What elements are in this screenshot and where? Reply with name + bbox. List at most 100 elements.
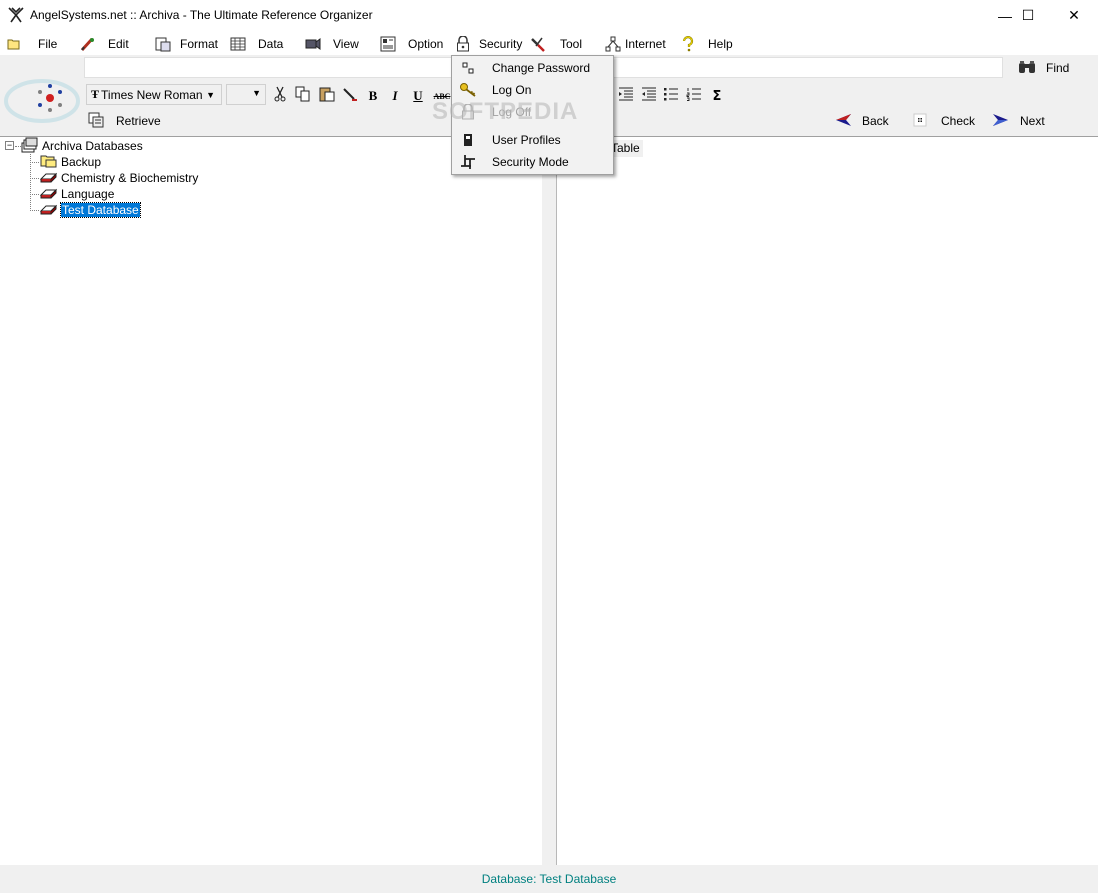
menu-internet[interactable]: Internet (605, 34, 666, 54)
tree-root-node[interactable]: Archiva Databases (21, 137, 143, 156)
view-icon (305, 36, 321, 52)
menu-item-label: Log On (492, 83, 532, 97)
minus-icon: − (6, 140, 13, 150)
menu-help-label: Help (708, 37, 733, 51)
tree-connector (30, 210, 39, 211)
folder-icon (6, 36, 22, 52)
tool-icon (530, 36, 546, 52)
bullet-list-icon (663, 87, 679, 105)
retrieve-icon (88, 112, 104, 131)
next-label: Next (1020, 114, 1045, 128)
menu-option[interactable]: Option (380, 34, 443, 54)
title-bar: AngelSystems.net :: Archiva - The Ultima… (0, 0, 1098, 31)
menu-view[interactable]: View (305, 34, 359, 54)
status-bar: Database: Test Database (0, 865, 1098, 893)
font-name-select[interactable]: Ŧ Times New Roman ▼ (86, 84, 222, 105)
numbered-list-button[interactable] (684, 86, 704, 106)
close-icon: ✕ (1068, 7, 1080, 23)
database-stack-icon (21, 137, 38, 156)
menu-tool[interactable]: Tool (530, 34, 582, 54)
key-icon (458, 82, 478, 98)
bold-button[interactable]: B (363, 86, 383, 106)
network-icon (605, 36, 621, 52)
brush-icon (342, 86, 358, 106)
tab-table-label: Table (611, 141, 640, 155)
menu-file[interactable]: File (6, 34, 57, 54)
tree-item-backup[interactable]: Backup (40, 154, 101, 170)
security-mode-icon (458, 154, 478, 170)
tree-item-label: Backup (61, 155, 102, 169)
tree-item-label: Language (61, 187, 115, 201)
database-book-icon (39, 186, 58, 203)
menu-bar: File Edit Format Data View Option Securi… (0, 31, 1098, 55)
copy-button[interactable] (293, 86, 313, 106)
numbered-list-icon (686, 87, 702, 105)
truetype-icon: Ŧ (91, 87, 100, 101)
sum-label: Σ (712, 88, 722, 104)
menu-edit-label: Edit (108, 37, 129, 51)
menu-security[interactable]: Security (455, 34, 522, 54)
next-button[interactable]: Next (992, 111, 1045, 131)
menu-option-label: Option (408, 37, 444, 51)
tree-item-chemistry[interactable]: Chemistry & Biochemistry (39, 170, 199, 187)
format-painter-button[interactable] (340, 86, 360, 106)
paste-icon (319, 86, 335, 106)
copy-icon (295, 86, 311, 106)
menu-item-label: Change Password (492, 61, 591, 75)
check-icon (913, 113, 927, 130)
scissors-icon (273, 86, 287, 106)
tree-item-language[interactable]: Language (39, 186, 115, 203)
edit-icon (80, 36, 96, 52)
menu-security-label: Security (479, 37, 523, 51)
italic-button[interactable]: I (385, 86, 405, 106)
tree-item-label: Chemistry & Biochemistry (61, 171, 199, 185)
lock-icon (455, 36, 471, 52)
menu-internet-label: Internet (625, 37, 666, 51)
underline-button[interactable]: U (408, 86, 428, 106)
maximize-button[interactable]: ☐ (1005, 0, 1051, 31)
back-label: Back (862, 114, 889, 128)
menu-format[interactable]: Format (155, 34, 218, 54)
pane-splitter[interactable] (541, 138, 557, 865)
tree-root-label: Archiva Databases (42, 139, 143, 153)
status-text: Database: Test Database (481, 872, 617, 886)
database-book-icon (39, 170, 58, 187)
close-button[interactable]: ✕ (1051, 0, 1097, 31)
database-book-icon (39, 202, 58, 219)
tree-connector (30, 162, 39, 163)
paste-button[interactable] (317, 86, 337, 106)
menu-tool-label: Tool (560, 37, 583, 51)
change-password-icon (458, 62, 478, 74)
menu-data[interactable]: Data (230, 34, 283, 54)
chevron-down-icon: ▼ (206, 89, 215, 100)
tree-connector (30, 178, 39, 179)
menu-item-user-profiles[interactable]: User Profiles (454, 129, 611, 151)
cut-button[interactable] (270, 86, 290, 106)
indent-icon (641, 87, 657, 105)
check-label: Check (941, 114, 976, 128)
outdent-icon (618, 87, 634, 105)
font-name-value: Times New Roman (101, 87, 203, 102)
bullet-list-button[interactable] (661, 86, 681, 106)
indent-button[interactable] (639, 86, 659, 106)
maximize-icon: ☐ (1021, 7, 1035, 23)
sum-button[interactable]: Σ (707, 86, 727, 106)
font-size-select[interactable]: ▼ (226, 84, 266, 105)
find-button[interactable]: Find (1018, 59, 1069, 77)
folder-open-icon (40, 154, 57, 171)
menu-item-security-mode[interactable]: Security Mode (454, 151, 611, 173)
user-profiles-icon (458, 133, 478, 147)
menu-item-label: User Profiles (492, 133, 561, 147)
tree-item-test-database[interactable]: Test Database (39, 202, 141, 219)
menu-item-change-password[interactable]: Change Password (454, 57, 611, 79)
binoculars-icon (1018, 60, 1036, 77)
collapse-toggle[interactable]: − (5, 141, 14, 150)
check-button[interactable]: Check (913, 111, 975, 131)
menu-edit[interactable]: Edit (80, 34, 129, 54)
arrow-left-icon (834, 112, 852, 131)
retrieve-button[interactable]: Retrieve (88, 112, 161, 130)
outdent-button[interactable] (616, 86, 636, 106)
back-button[interactable]: Back (834, 111, 889, 131)
menu-help[interactable]: Help (680, 34, 733, 54)
window-title: AngelSystems.net :: Archiva - The Ultima… (30, 8, 373, 22)
